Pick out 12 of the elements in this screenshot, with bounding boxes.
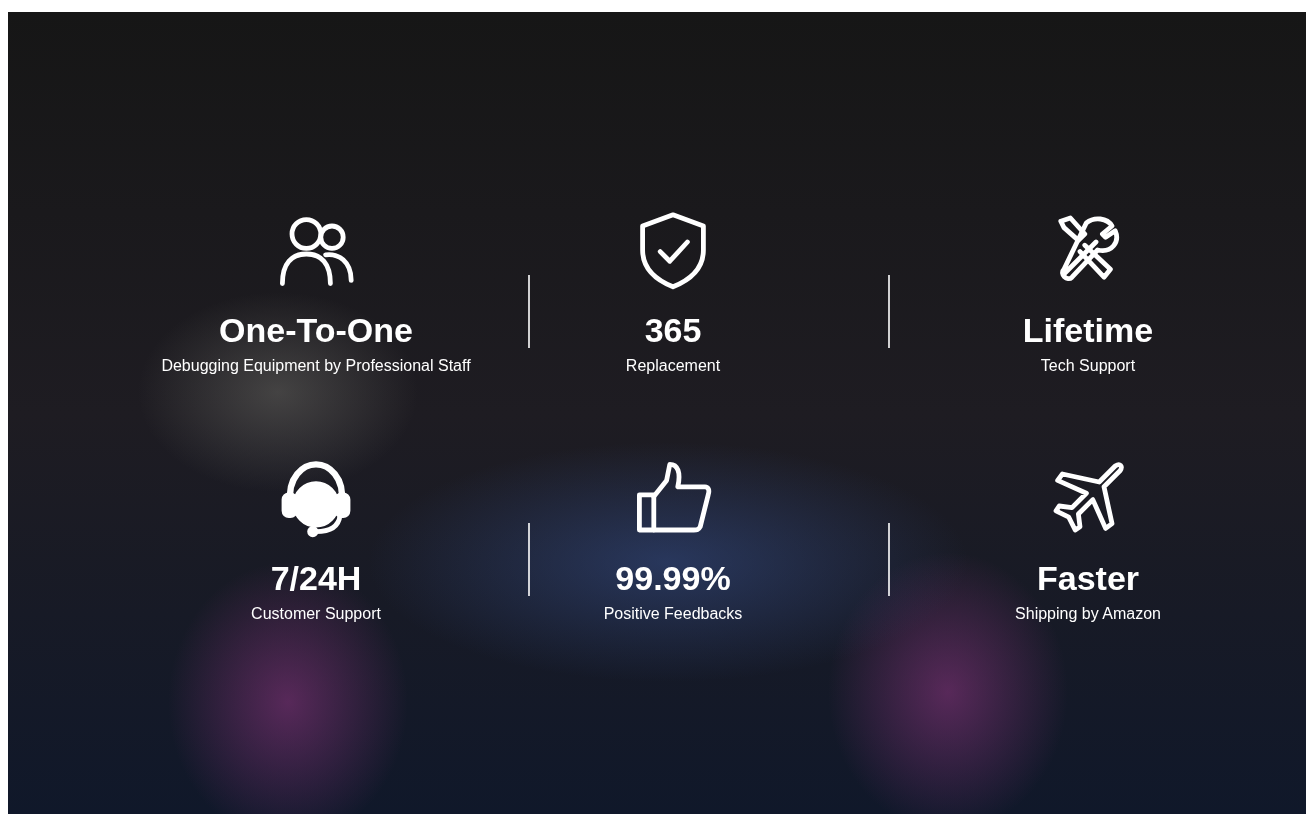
feature-title: 365	[644, 310, 702, 350]
feature-subtitle: Customer Support	[251, 604, 381, 624]
feature-title: 99.99%	[615, 558, 731, 598]
feature-subtitle: Shipping by Amazon	[1015, 604, 1161, 624]
feature-subtitle: Debugging Equipment by Professional Staff	[161, 356, 471, 376]
feature-title: Lifetime	[1022, 310, 1154, 350]
feature-subtitle: Tech Support	[1040, 356, 1136, 376]
feature-title: Faster	[1036, 558, 1140, 598]
feature-subtitle: Positive Feedbacks	[603, 604, 743, 624]
feature-title: One-To-One	[219, 310, 413, 350]
feature-title: 7/24H	[270, 558, 362, 598]
feature-subtitle: Replacement	[625, 356, 721, 376]
